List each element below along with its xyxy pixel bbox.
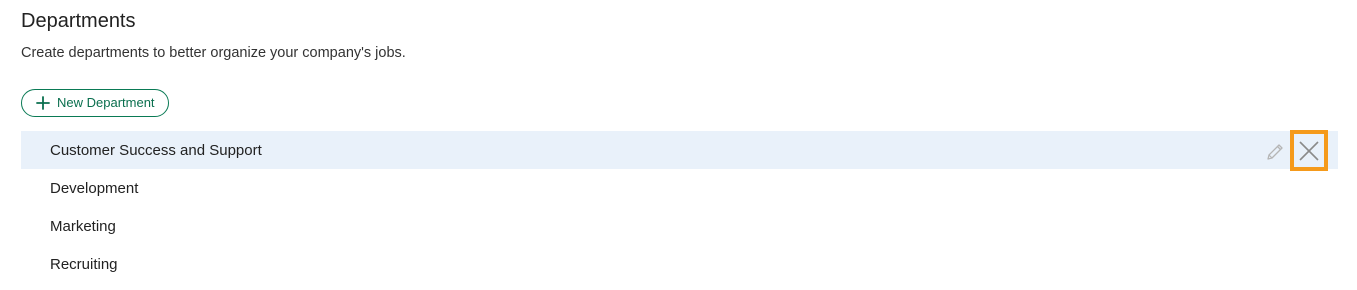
list-item[interactable]: Marketing [21,207,1338,245]
new-department-label: New Department [57,95,155,110]
plus-icon [36,96,50,110]
new-department-button[interactable]: New Department [21,89,169,117]
close-icon [1299,140,1319,161]
department-name: Recruiting [50,255,118,273]
list-item[interactable]: Customer Success and Support [21,130,1338,171]
page-subtitle: Create departments to better organize yo… [21,45,406,61]
list-item[interactable]: Recruiting [21,245,1338,283]
department-name: Customer Success and Support [50,141,262,159]
page-title: Departments [21,10,136,32]
delete-department-button[interactable] [1290,130,1328,171]
department-name: Development [50,179,139,197]
department-list: Customer Success and Support Development… [21,130,1338,283]
list-item[interactable]: Development [21,169,1338,207]
department-name: Marketing [50,217,116,235]
pencil-icon[interactable] [1264,141,1286,163]
